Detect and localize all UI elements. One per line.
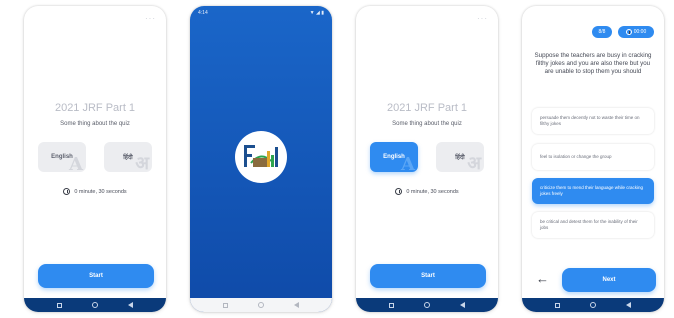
- quiz-subtitle: Some thing about the quiz: [60, 121, 130, 127]
- phone-screen-splash: 4:14 ▼ ◢ ▮: [190, 6, 332, 312]
- start-button[interactable]: Start: [370, 264, 486, 288]
- clock-icon: [395, 188, 403, 195]
- start-button[interactable]: Start: [38, 264, 154, 288]
- android-nav-bar: [24, 298, 166, 312]
- language-english-label: English: [383, 154, 405, 160]
- fill-bold-logo: [235, 131, 287, 183]
- language-english-button[interactable]: A English: [38, 142, 86, 172]
- recent-apps-icon[interactable]: [223, 302, 228, 308]
- clock-icon: [625, 29, 632, 35]
- back-icon[interactable]: [128, 302, 133, 308]
- next-button[interactable]: Next: [562, 268, 656, 292]
- recent-apps-icon[interactable]: [389, 302, 394, 308]
- back-arrow-icon[interactable]: ←: [536, 272, 549, 285]
- language-hindi-button[interactable]: अ हिंदी: [104, 142, 152, 172]
- back-icon[interactable]: [294, 302, 299, 308]
- android-nav-bar: [356, 298, 498, 312]
- letter-a-hindi-icon: अ: [135, 153, 149, 172]
- back-icon[interactable]: [460, 302, 465, 308]
- quiz-duration: 0 minute, 30 seconds: [356, 188, 498, 195]
- status-bar: 4:14 ▼ ◢ ▮: [198, 10, 324, 16]
- answer-option[interactable]: be critical and detest them for the inab…: [532, 212, 654, 238]
- answer-option[interactable]: feel to isolation or change the group: [532, 144, 654, 170]
- more-dots-icon[interactable]: ···: [145, 14, 156, 23]
- language-hindi-label: हिंदी: [455, 155, 465, 161]
- letter-a-hindi-icon: अ: [467, 153, 481, 172]
- question-number-badge: 8/8: [592, 26, 612, 38]
- language-hindi-label: हिंदी: [123, 155, 133, 161]
- home-icon[interactable]: [92, 302, 98, 308]
- quiz-title: 2021 JRF Part 1: [54, 102, 136, 114]
- back-icon[interactable]: [626, 302, 631, 308]
- quiz-duration-text: 0 minute, 30 seconds: [406, 188, 459, 195]
- clock-icon: [63, 188, 71, 195]
- recent-apps-icon[interactable]: [57, 302, 62, 308]
- recent-apps-icon[interactable]: [555, 302, 560, 308]
- home-icon[interactable]: [258, 302, 264, 308]
- home-icon[interactable]: [590, 302, 596, 308]
- language-hindi-button[interactable]: अ हिंदी: [436, 142, 484, 172]
- answer-option-selected[interactable]: criticize them to mend their language wh…: [532, 178, 654, 204]
- status-time: 4:14: [198, 10, 208, 16]
- phone-screen-quiz-intro-selected: ··· 2021 JRF Part 1 Some thing about the…: [356, 6, 498, 312]
- quiz-duration-text: 0 minute, 30 seconds: [74, 188, 127, 195]
- app-logo-mark: [244, 145, 278, 167]
- timer-badge: 00:00: [618, 26, 654, 38]
- quiz-title: 2021 JRF Part 1: [386, 102, 468, 114]
- phone-screen-quiz-intro: ··· 2021 JRF Part 1 Some thing about the…: [24, 6, 166, 312]
- status-icons: ▼ ◢ ▮: [309, 10, 324, 16]
- language-english-label: English: [51, 154, 73, 160]
- home-icon[interactable]: [424, 302, 430, 308]
- android-nav-bar: [190, 298, 332, 312]
- answer-option[interactable]: persuade them decently not to waste thei…: [532, 108, 654, 134]
- quiz-duration: 0 minute, 30 seconds: [24, 188, 166, 195]
- question-text: Suppose the teachers are busy in crackin…: [534, 52, 652, 76]
- timer-badge-text: 00:00: [633, 29, 647, 35]
- android-nav-bar: [522, 298, 664, 312]
- language-english-button[interactable]: A English: [370, 142, 418, 172]
- phone-screen-question: 8/8 00:00 Suppose the teachers are busy …: [522, 6, 664, 312]
- more-dots-icon[interactable]: ···: [477, 14, 488, 23]
- quiz-subtitle: Some thing about the quiz: [392, 121, 462, 127]
